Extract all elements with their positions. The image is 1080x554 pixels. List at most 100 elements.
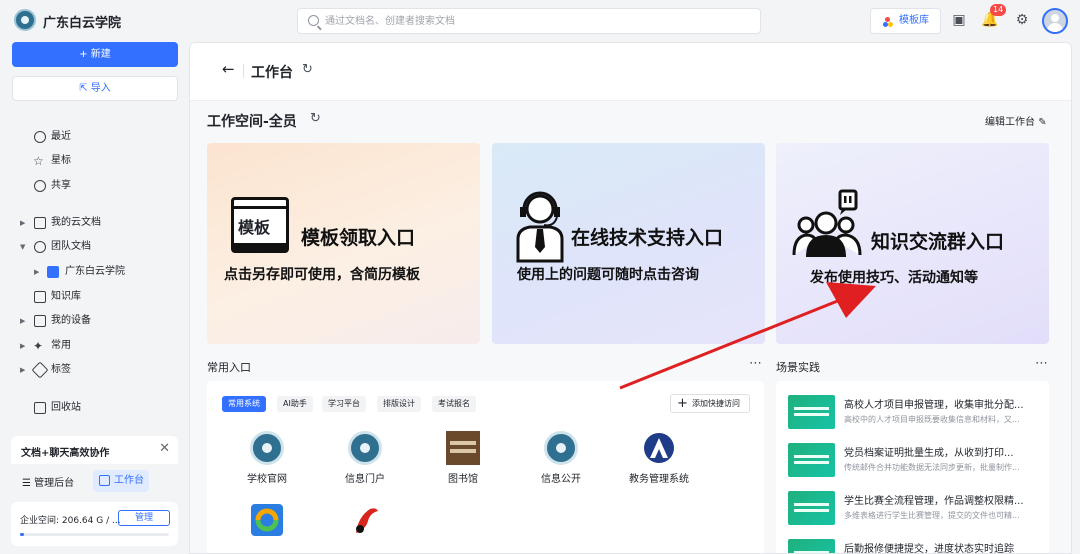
app-library[interactable]: 图书馆 — [423, 431, 503, 485]
tech-support-banner[interactable]: 在线技术支持入口 使用上的问题可随时点击咨询 — [492, 143, 765, 344]
storage-progress-bar — [20, 533, 169, 536]
sidebar-item-starred[interactable]: ☆ 星标 — [0, 150, 188, 172]
share-icon — [34, 180, 46, 192]
new-button-label: 新建 — [90, 49, 111, 60]
tab-ai-assistant[interactable]: AI助手 — [277, 396, 313, 412]
banner-title: 知识交流群入口 — [871, 231, 1005, 253]
sidebar-item-knowledge-base[interactable]: 知识库 — [0, 286, 188, 308]
scene-title: 党员档案证明批量生成，从收到打印... — [844, 448, 1014, 459]
close-icon[interactable]: ✕ — [159, 441, 170, 456]
help-robot-icon[interactable]: ▣ — [950, 11, 968, 29]
refresh-icon[interactable]: ↻ — [310, 111, 321, 126]
edit-workbench-label: 编辑工作台 — [985, 117, 1035, 128]
app-label: 图书馆 — [448, 474, 478, 485]
sidebar-item-trash[interactable]: 回收站 — [0, 397, 188, 419]
group-chat-icon — [792, 189, 862, 257]
caret-right-icon[interactable]: ▶ — [20, 335, 25, 357]
scene-item[interactable]: 学生比赛全流程管理，作品调整权限精... 多维表格进行学生比赛管理，提交的文件也… — [788, 489, 1044, 531]
app-label: 信息公开 — [541, 474, 581, 485]
scene-desc: 高校中的人才项目申报既要收集信息和材料，又... — [844, 415, 1020, 424]
sidebar-item-label: 常用 — [51, 340, 71, 351]
avatar[interactable] — [1042, 8, 1068, 34]
add-quick-access-button[interactable]: 添加快捷访问 — [670, 394, 750, 413]
scene-item[interactable]: 后勤报修便捷提交，进度状态实时追踪 — [788, 537, 1044, 553]
more-icon[interactable]: ⋯ — [749, 356, 763, 371]
search-input[interactable] — [325, 13, 745, 29]
search-box[interactable] — [297, 8, 761, 34]
notification-badge: 14 — [990, 4, 1007, 16]
academic-affairs-logo-icon — [644, 433, 674, 463]
admin-console-button[interactable]: ☰ 管理后台 — [22, 474, 74, 489]
scene-thumbnail — [788, 539, 835, 553]
storage-manage-button[interactable]: 管理 — [118, 510, 170, 526]
sidebar-item-my-cloud-docs[interactable]: ▶ 我的云文档 — [0, 212, 188, 234]
scene-item[interactable]: 高校人才项目申报管理，收集审批分配... 高校中的人才项目申报既要收集信息和材料… — [788, 393, 1044, 435]
app-school-website[interactable]: 学校官网 — [227, 431, 307, 485]
tab-layout-design[interactable]: 排版设计 — [377, 396, 421, 412]
tag-icon — [31, 361, 49, 379]
trash-icon — [34, 402, 46, 414]
star-icon: ☆ — [33, 154, 44, 168]
sidebar-item-tags[interactable]: ▶ 标签 — [0, 359, 188, 381]
pin-icon: ✦ — [33, 339, 44, 353]
more-icon[interactable]: ⋯ — [1035, 356, 1049, 371]
main-header: ← 工作台 ↻ — [190, 43, 1071, 101]
scene-thumbnail — [788, 443, 835, 477]
app-info-portal[interactable]: 信息门户 — [325, 431, 405, 485]
refresh-icon[interactable]: ↻ — [302, 62, 313, 77]
plus-icon: + — [79, 49, 91, 60]
app-shortcut-6[interactable] — [227, 503, 307, 537]
edit-workbench-button[interactable]: 编辑工作台 ✎ — [985, 113, 1047, 128]
device-icon — [34, 315, 46, 327]
app-label: 教务管理系统 — [629, 474, 689, 485]
red-bird-icon — [356, 508, 378, 533]
storage-usage-text: 企业空间: 206.64 G / ... — [20, 516, 121, 526]
caret-right-icon[interactable]: ▶ — [20, 359, 25, 381]
sidebar-item-recent[interactable]: 最近 — [0, 126, 188, 148]
knowledge-group-banner[interactable]: 知识交流群入口 发布使用技巧、活动通知等 — [776, 143, 1049, 344]
common-entry-panel: 常用系统 AI助手 学习平台 排版设计 考试报名 添加快捷访问 学校官网 信息门… — [207, 381, 764, 553]
template-library-label: 模板库 — [899, 15, 929, 26]
back-arrow-icon[interactable]: ← — [222, 60, 235, 78]
app-info-disclosure[interactable]: 信息公开 — [521, 431, 601, 485]
team-space-icon — [47, 266, 59, 278]
settings-sliders-icon[interactable]: ⚙ — [1013, 11, 1031, 29]
tab-common-systems[interactable]: 常用系统 — [222, 396, 266, 412]
workbench-label: 工作台 — [114, 475, 144, 486]
banner-subtitle: 使用上的问题可随时点击咨询 — [517, 267, 699, 283]
banner-title: 模板领取入口 — [301, 227, 416, 249]
caret-right-icon[interactable]: ▶ — [20, 212, 25, 234]
scene-item[interactable]: 党员档案证明批量生成，从收到打印... 传统邮件合并功能数据无法同步更新，批量制… — [788, 441, 1044, 483]
sidebar-item-label: 我的设备 — [51, 315, 91, 326]
school-logo[interactable] — [14, 9, 36, 31]
caret-right-icon[interactable]: ▶ — [20, 310, 25, 332]
tab-learning-platform[interactable]: 学习平台 — [322, 396, 366, 412]
scene-practice-title: 场景实践 — [776, 361, 820, 374]
sliders-icon: ☰ — [22, 478, 35, 489]
workbench-button[interactable]: 工作台 — [93, 470, 149, 492]
promo-card[interactable]: 文档+聊天高效协作 ✕ — [11, 436, 178, 464]
import-button[interactable]: ⇱ 导入 — [12, 76, 178, 101]
caret-right-icon[interactable]: ▶ — [34, 261, 39, 283]
caret-down-icon[interactable]: ▼ — [20, 236, 25, 258]
banner-title: 在线技术支持入口 — [571, 227, 724, 249]
app-academic-affairs[interactable]: 教务管理系统 — [619, 431, 699, 485]
sidebar-item-team-space[interactable]: ▶ 广东白云学院 — [0, 261, 188, 283]
app-shortcut-7[interactable] — [325, 503, 405, 537]
clock-icon — [34, 131, 46, 143]
new-button[interactable]: + 新建 — [12, 42, 178, 67]
template-window-icon: 模板 — [231, 197, 289, 253]
sidebar-item-label: 回收站 — [51, 402, 81, 413]
sidebar-item-shared[interactable]: 共享 — [0, 175, 188, 197]
admin-console-label: 管理后台 — [34, 478, 75, 489]
workbench-icon — [99, 475, 110, 486]
template-library-button[interactable]: 模板库 — [870, 8, 941, 34]
template-entry-banner[interactable]: 模板 模板领取入口 点击另存即可使用，含简历模板 — [207, 143, 480, 344]
sidebar-item-team-docs[interactable]: ▼ 团队文档 — [0, 236, 188, 258]
tab-exam-registration[interactable]: 考试报名 — [432, 396, 476, 412]
sidebar-item-frequent[interactable]: ▶ ✦ 常用 — [0, 335, 188, 357]
sidebar-item-my-devices[interactable]: ▶ 我的设备 — [0, 310, 188, 332]
headset-agent-icon — [516, 191, 564, 263]
storage-progress-fill — [20, 533, 25, 536]
app-title[interactable]: 广东白云学院 — [43, 12, 121, 31]
